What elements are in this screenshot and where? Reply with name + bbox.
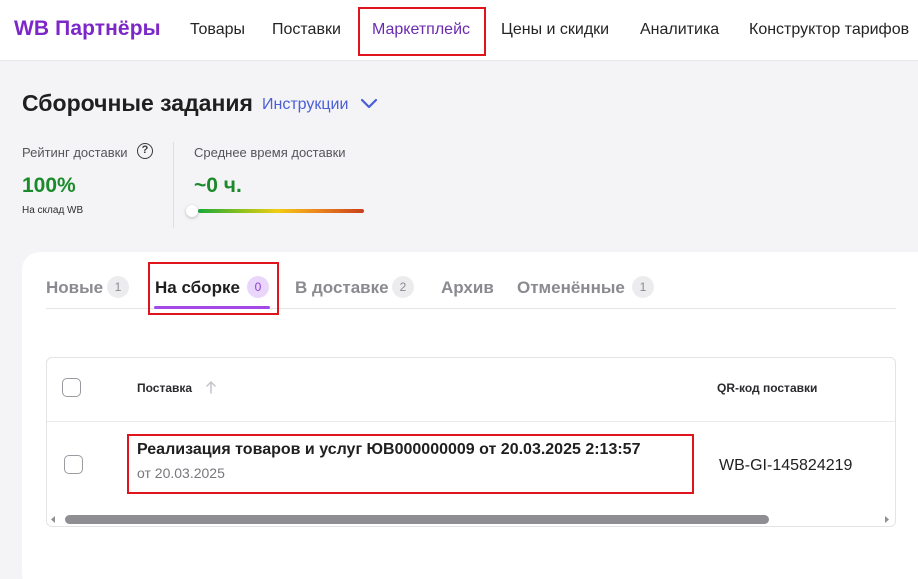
tab-new-count: 1 bbox=[107, 276, 129, 298]
nav-supplies[interactable]: Поставки bbox=[272, 21, 341, 39]
nav-prices-discounts[interactable]: Цены и скидки bbox=[501, 21, 609, 39]
select-all-checkbox[interactable] bbox=[62, 378, 81, 397]
help-icon[interactable]: ? bbox=[137, 143, 153, 159]
nav-analytics[interactable]: Аналитика bbox=[640, 21, 719, 39]
active-tab-indicator bbox=[154, 306, 270, 309]
nav-marketplace[interactable]: Маркетплейс bbox=[372, 21, 470, 39]
page-title: Сборочные задания bbox=[22, 90, 253, 116]
sort-arrow-icon[interactable] bbox=[205, 380, 217, 394]
rating-sub: На склад WB bbox=[22, 205, 84, 216]
tab-new[interactable]: Новые bbox=[46, 278, 103, 298]
delivery-time-gauge bbox=[198, 209, 364, 213]
chevron-down-icon[interactable] bbox=[360, 98, 378, 110]
avg-time-label: Среднее время доставки bbox=[194, 145, 346, 160]
gauge-indicator bbox=[186, 205, 198, 217]
rating-label: Рейтинг доставки bbox=[22, 145, 128, 160]
nav-tariff-constructor[interactable]: Конструктор тарифов bbox=[749, 21, 909, 39]
tab-in-delivery-count: 2 bbox=[392, 276, 414, 298]
table-row-divider bbox=[47, 421, 895, 422]
scroll-left-arrow-icon[interactable] bbox=[49, 515, 57, 524]
tab-archive[interactable]: Архив bbox=[441, 278, 494, 298]
scroll-right-arrow-icon[interactable] bbox=[883, 515, 891, 524]
metrics-divider bbox=[173, 142, 174, 228]
tab-cancelled-count: 1 bbox=[632, 276, 654, 298]
horizontal-scrollbar-thumb[interactable] bbox=[65, 515, 769, 524]
avg-time-value: ~0 ч. bbox=[194, 174, 242, 197]
supply-name[interactable]: Реализация товаров и услуг ЮВ000000009 о… bbox=[137, 441, 640, 459]
top-navigation: WB Партнёры Товары Поставки Маркетплейс … bbox=[0, 0, 918, 61]
tab-assembly[interactable]: На сборке bbox=[155, 278, 240, 298]
logo[interactable]: WB Партнёры bbox=[14, 17, 161, 41]
supply-date: от 20.03.2025 bbox=[137, 465, 225, 481]
column-header-supply[interactable]: Поставка bbox=[137, 381, 192, 395]
tab-cancelled[interactable]: Отменённые bbox=[517, 278, 625, 298]
rating-value: 100% bbox=[22, 174, 76, 197]
supply-qr-code: WB-GI-145824219 bbox=[719, 457, 853, 474]
nav-products[interactable]: Товары bbox=[190, 21, 245, 39]
row-checkbox[interactable] bbox=[64, 455, 83, 474]
instructions-link[interactable]: Инструкции bbox=[262, 96, 348, 114]
tab-assembly-count: 0 bbox=[247, 276, 269, 298]
tab-in-delivery[interactable]: В доставке bbox=[295, 278, 389, 298]
column-header-qr: QR-код поставки bbox=[717, 381, 818, 395]
